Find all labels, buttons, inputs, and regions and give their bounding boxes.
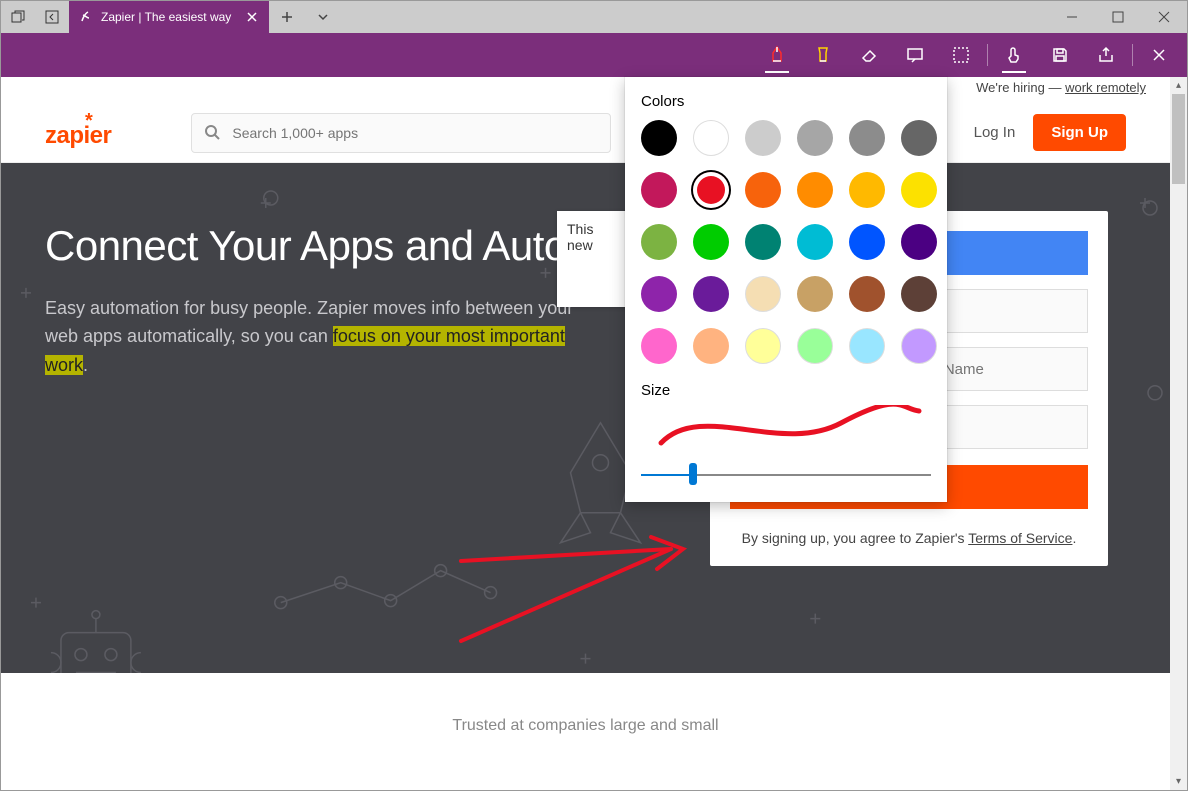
hiring-prefix: We're hiring — [976, 80, 1065, 95]
toolbar-separator [987, 44, 988, 66]
search-icon [205, 125, 220, 143]
color-swatch[interactable] [693, 172, 729, 208]
size-preview [641, 405, 931, 454]
color-swatch[interactable] [901, 120, 937, 156]
pen-color-popover: Colors Size [625, 77, 947, 502]
color-swatch[interactable] [693, 276, 729, 312]
new-tab-button[interactable] [269, 1, 305, 33]
window-maximize-button[interactable] [1095, 1, 1141, 33]
hero-section: Connect Your Apps and Automate Workflows… [1, 163, 1170, 673]
slider-fill [641, 474, 693, 476]
terms-text: By signing up, you agree to Zapier's Ter… [730, 530, 1088, 546]
color-swatch[interactable] [745, 328, 781, 364]
touch-writing-button[interactable] [994, 37, 1034, 73]
site-header: zapier Log In Sign Up [1, 103, 1170, 163]
share-button[interactable] [1086, 37, 1126, 73]
terms-link[interactable]: Terms of Service [968, 530, 1072, 546]
color-swatch[interactable] [641, 276, 677, 312]
color-swatch[interactable] [745, 276, 781, 312]
tab-title: Zapier | The easiest way [101, 10, 237, 24]
color-swatch[interactable] [849, 328, 885, 364]
exit-webnotes-button[interactable] [1139, 37, 1179, 73]
tab-menu-button[interactable] [305, 1, 341, 33]
color-swatch[interactable] [797, 172, 833, 208]
color-swatch[interactable] [849, 276, 885, 312]
size-heading: Size [641, 382, 931, 399]
color-swatch[interactable] [641, 120, 677, 156]
titlebar: Zapier | The easiest way [1, 1, 1187, 33]
tab-preview-button[interactable] [1, 1, 35, 33]
window-minimize-button[interactable] [1049, 1, 1095, 33]
color-swatch[interactable] [745, 120, 781, 156]
note-tool-button[interactable] [895, 37, 935, 73]
color-swatch[interactable] [849, 120, 885, 156]
toolbar-separator [1132, 44, 1133, 66]
color-swatch[interactable] [693, 328, 729, 364]
hiring-link[interactable]: work remotely [1065, 80, 1146, 95]
window-close-button[interactable] [1141, 1, 1187, 33]
highlighter-tool-button[interactable] [803, 37, 843, 73]
hero-subtitle: Easy automation for busy people. Zapier … [45, 294, 585, 380]
scrollbar-thumb[interactable] [1172, 94, 1185, 184]
eraser-tool-button[interactable] [849, 37, 889, 73]
color-swatch[interactable] [641, 172, 677, 208]
login-link[interactable]: Log In [974, 124, 1016, 141]
color-swatch-grid [641, 120, 931, 364]
browser-tab[interactable]: Zapier | The easiest way [69, 1, 269, 33]
clip-tool-button[interactable] [941, 37, 981, 73]
search-wrap [191, 113, 611, 153]
pen-tool-button[interactable] [757, 37, 797, 73]
vertical-scrollbar[interactable]: ▴ ▾ [1170, 77, 1187, 790]
color-swatch[interactable] [901, 276, 937, 312]
annotation-note[interactable]: This new [557, 211, 627, 307]
color-swatch[interactable] [901, 172, 937, 208]
color-swatch[interactable] [641, 224, 677, 260]
webnotes-toolbar [1, 33, 1187, 77]
color-swatch[interactable] [797, 276, 833, 312]
trusted-companies-heading: Trusted at companies large and small [1, 673, 1170, 735]
scroll-up-icon[interactable]: ▴ [1170, 77, 1187, 94]
color-swatch[interactable] [901, 328, 937, 364]
save-button[interactable] [1040, 37, 1080, 73]
color-swatch[interactable] [849, 224, 885, 260]
colors-heading: Colors [641, 93, 931, 110]
color-swatch[interactable] [797, 120, 833, 156]
search-input[interactable] [191, 113, 611, 153]
page-content: We're hiring — work remotely zapier Log … [1, 77, 1170, 790]
color-swatch[interactable] [797, 328, 833, 364]
slider-handle[interactable] [689, 463, 697, 485]
color-swatch[interactable] [901, 224, 937, 260]
size-slider[interactable] [641, 462, 931, 486]
color-swatch[interactable] [797, 224, 833, 260]
color-swatch[interactable] [693, 120, 729, 156]
zapier-logo[interactable]: zapier [45, 116, 111, 150]
tab-close-icon[interactable] [245, 10, 259, 24]
color-swatch[interactable] [693, 224, 729, 260]
color-swatch[interactable] [745, 172, 781, 208]
color-swatch[interactable] [849, 172, 885, 208]
signup-button[interactable]: Sign Up [1033, 114, 1126, 151]
scroll-down-icon[interactable]: ▾ [1170, 773, 1187, 790]
set-aside-tabs-button[interactable] [35, 1, 69, 33]
color-swatch[interactable] [641, 328, 677, 364]
color-swatch[interactable] [745, 224, 781, 260]
hiring-bar: We're hiring — work remotely [1, 77, 1170, 103]
tab-favicon-icon [79, 10, 93, 24]
